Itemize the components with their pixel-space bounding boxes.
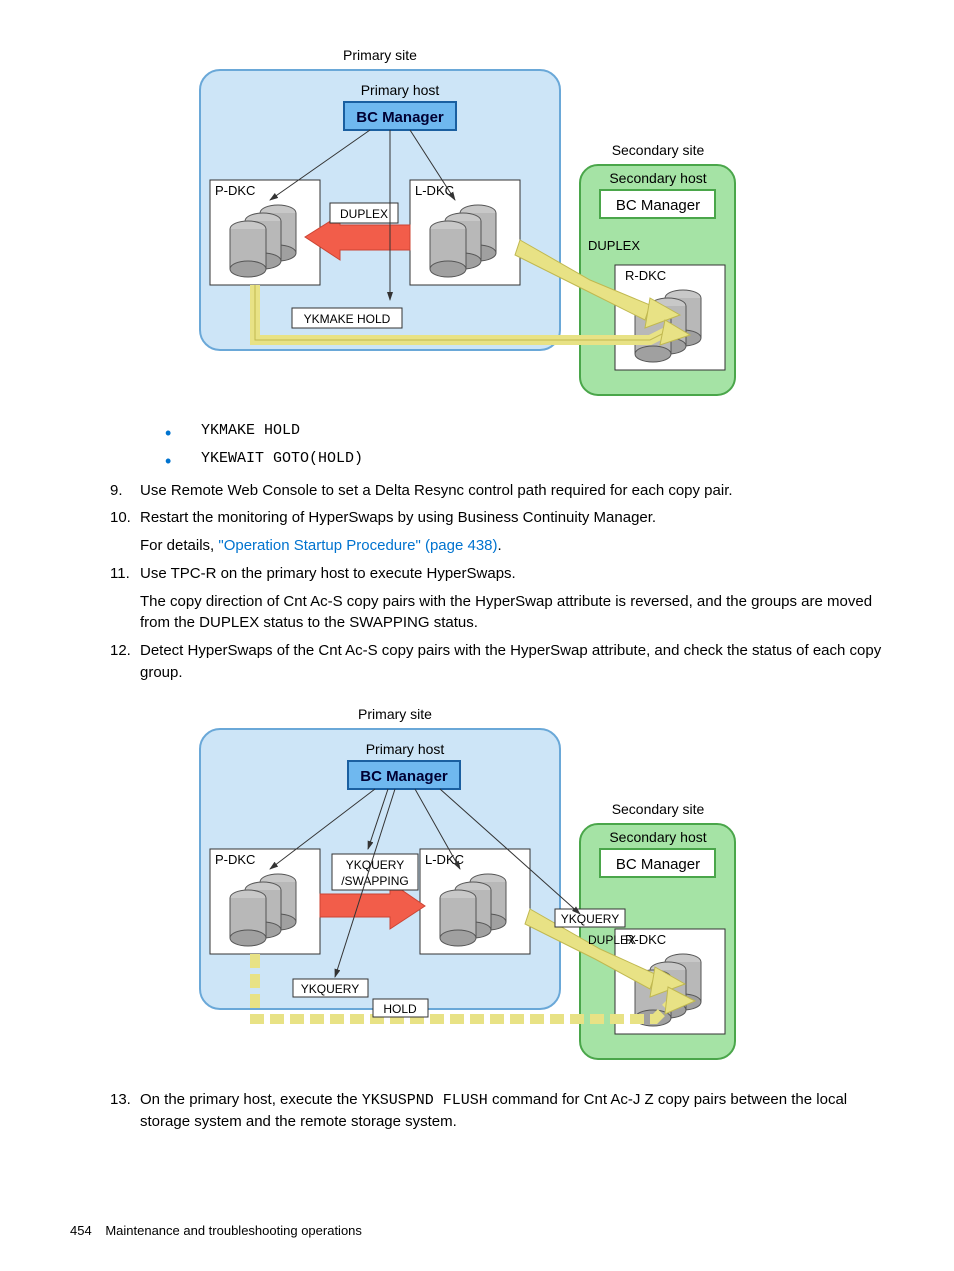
- step-10: 10. Restart the monitoring of HyperSwaps…: [110, 507, 884, 557]
- diagram1-pdkc-label: P-DKC: [215, 183, 255, 198]
- diagram2-pdkc-label: P-DKC: [215, 852, 255, 867]
- step-13-number: 13.: [110, 1089, 140, 1134]
- step-12-number: 12.: [110, 640, 140, 684]
- operation-startup-link[interactable]: "Operation Startup Procedure" (page 438): [218, 537, 497, 554]
- diagram2-bc-manager-primary: BC Manager: [360, 768, 448, 785]
- diagram1-duplex-1: DUPLEX: [340, 207, 388, 221]
- diagram1-secondary-site-label: Secondary site: [612, 142, 705, 158]
- step-9-text: Use Remote Web Console to set a Delta Re…: [140, 480, 884, 502]
- diagram2-duplex: DUPLEX: [588, 933, 636, 947]
- page-number: 454: [70, 1223, 92, 1238]
- step-11-text2: The copy direction of Cnt Ac-S copy pair…: [140, 591, 884, 635]
- diagram2-hold: HOLD: [383, 1002, 417, 1016]
- step-12: 12. Detect HyperSwaps of the Cnt Ac-S co…: [110, 640, 884, 684]
- step-13-text1a: On the primary host, execute the: [140, 1091, 362, 1108]
- bullet-ykmake-hold: YKMAKE HOLD: [165, 420, 884, 442]
- step-13-code: YKSUSPND FLUSH: [362, 1092, 488, 1109]
- step-9-number: 9.: [110, 480, 140, 502]
- command-bullet-list: YKMAKE HOLD YKEWAIT GOTO(HOLD): [165, 420, 884, 470]
- step-12-text: Detect HyperSwaps of the Cnt Ac-S copy p…: [140, 640, 884, 684]
- diagram1-bc-manager-primary: BC Manager: [356, 109, 444, 126]
- diagram2-primary-host-label: Primary host: [366, 741, 445, 757]
- diagram2-swapping: /SWAPPING: [341, 874, 409, 888]
- footer-title: Maintenance and troubleshooting operatio…: [105, 1223, 362, 1238]
- diagram2-secondary-site-label: Secondary site: [612, 801, 705, 817]
- step-11-text1: Use TPC-R on the primary host to execute…: [140, 565, 516, 582]
- step-9: 9. Use Remote Web Console to set a Delta…: [110, 480, 884, 502]
- step-10-text1: Restart the monitoring of HyperSwaps by …: [140, 509, 656, 526]
- diagram1-duplex-2: DUPLEX: [588, 238, 640, 253]
- diagram2-ykquery-3: YKQUERY: [301, 982, 359, 996]
- diagram2-primary-site-label: Primary site: [358, 706, 432, 722]
- bullet-ykewait-goto: YKEWAIT GOTO(HOLD): [165, 448, 884, 470]
- diagram1-primary-host-label: Primary host: [361, 82, 440, 98]
- diagram2-ykquery-2: YKQUERY: [561, 912, 619, 926]
- step-10-text2b: .: [498, 537, 502, 554]
- step-10-number: 10.: [110, 507, 140, 557]
- diagram-2: Primary site Primary host BC Manager Sec…: [180, 699, 750, 1069]
- diagram2-secondary-host-label: Secondary host: [609, 829, 706, 845]
- page-footer: 454 Maintenance and troubleshooting oper…: [70, 1222, 362, 1241]
- diagram1-ykmake-hold: YKMAKE HOLD: [304, 312, 391, 326]
- diagram1-rdkc-label: R-DKC: [625, 268, 666, 283]
- step-10-text2a: For details,: [140, 537, 218, 554]
- diagram2-ykquery-1: YKQUERY: [346, 858, 404, 872]
- diagram2-bc-manager-secondary: BC Manager: [616, 856, 700, 873]
- diagram1-secondary-host-label: Secondary host: [609, 170, 706, 186]
- diagram1-primary-site-label: Primary site: [343, 47, 417, 63]
- diagram-1: Primary site Primary host BC Manager Sec…: [180, 40, 750, 400]
- diagram1-bc-manager-secondary: BC Manager: [616, 197, 700, 214]
- step-11: 11. Use TPC-R on the primary host to exe…: [110, 563, 884, 634]
- step-13: 13. On the primary host, execute the YKS…: [110, 1089, 884, 1134]
- diagram1-ldkc-label: L-DKC: [415, 183, 454, 198]
- step-11-number: 11.: [110, 563, 140, 634]
